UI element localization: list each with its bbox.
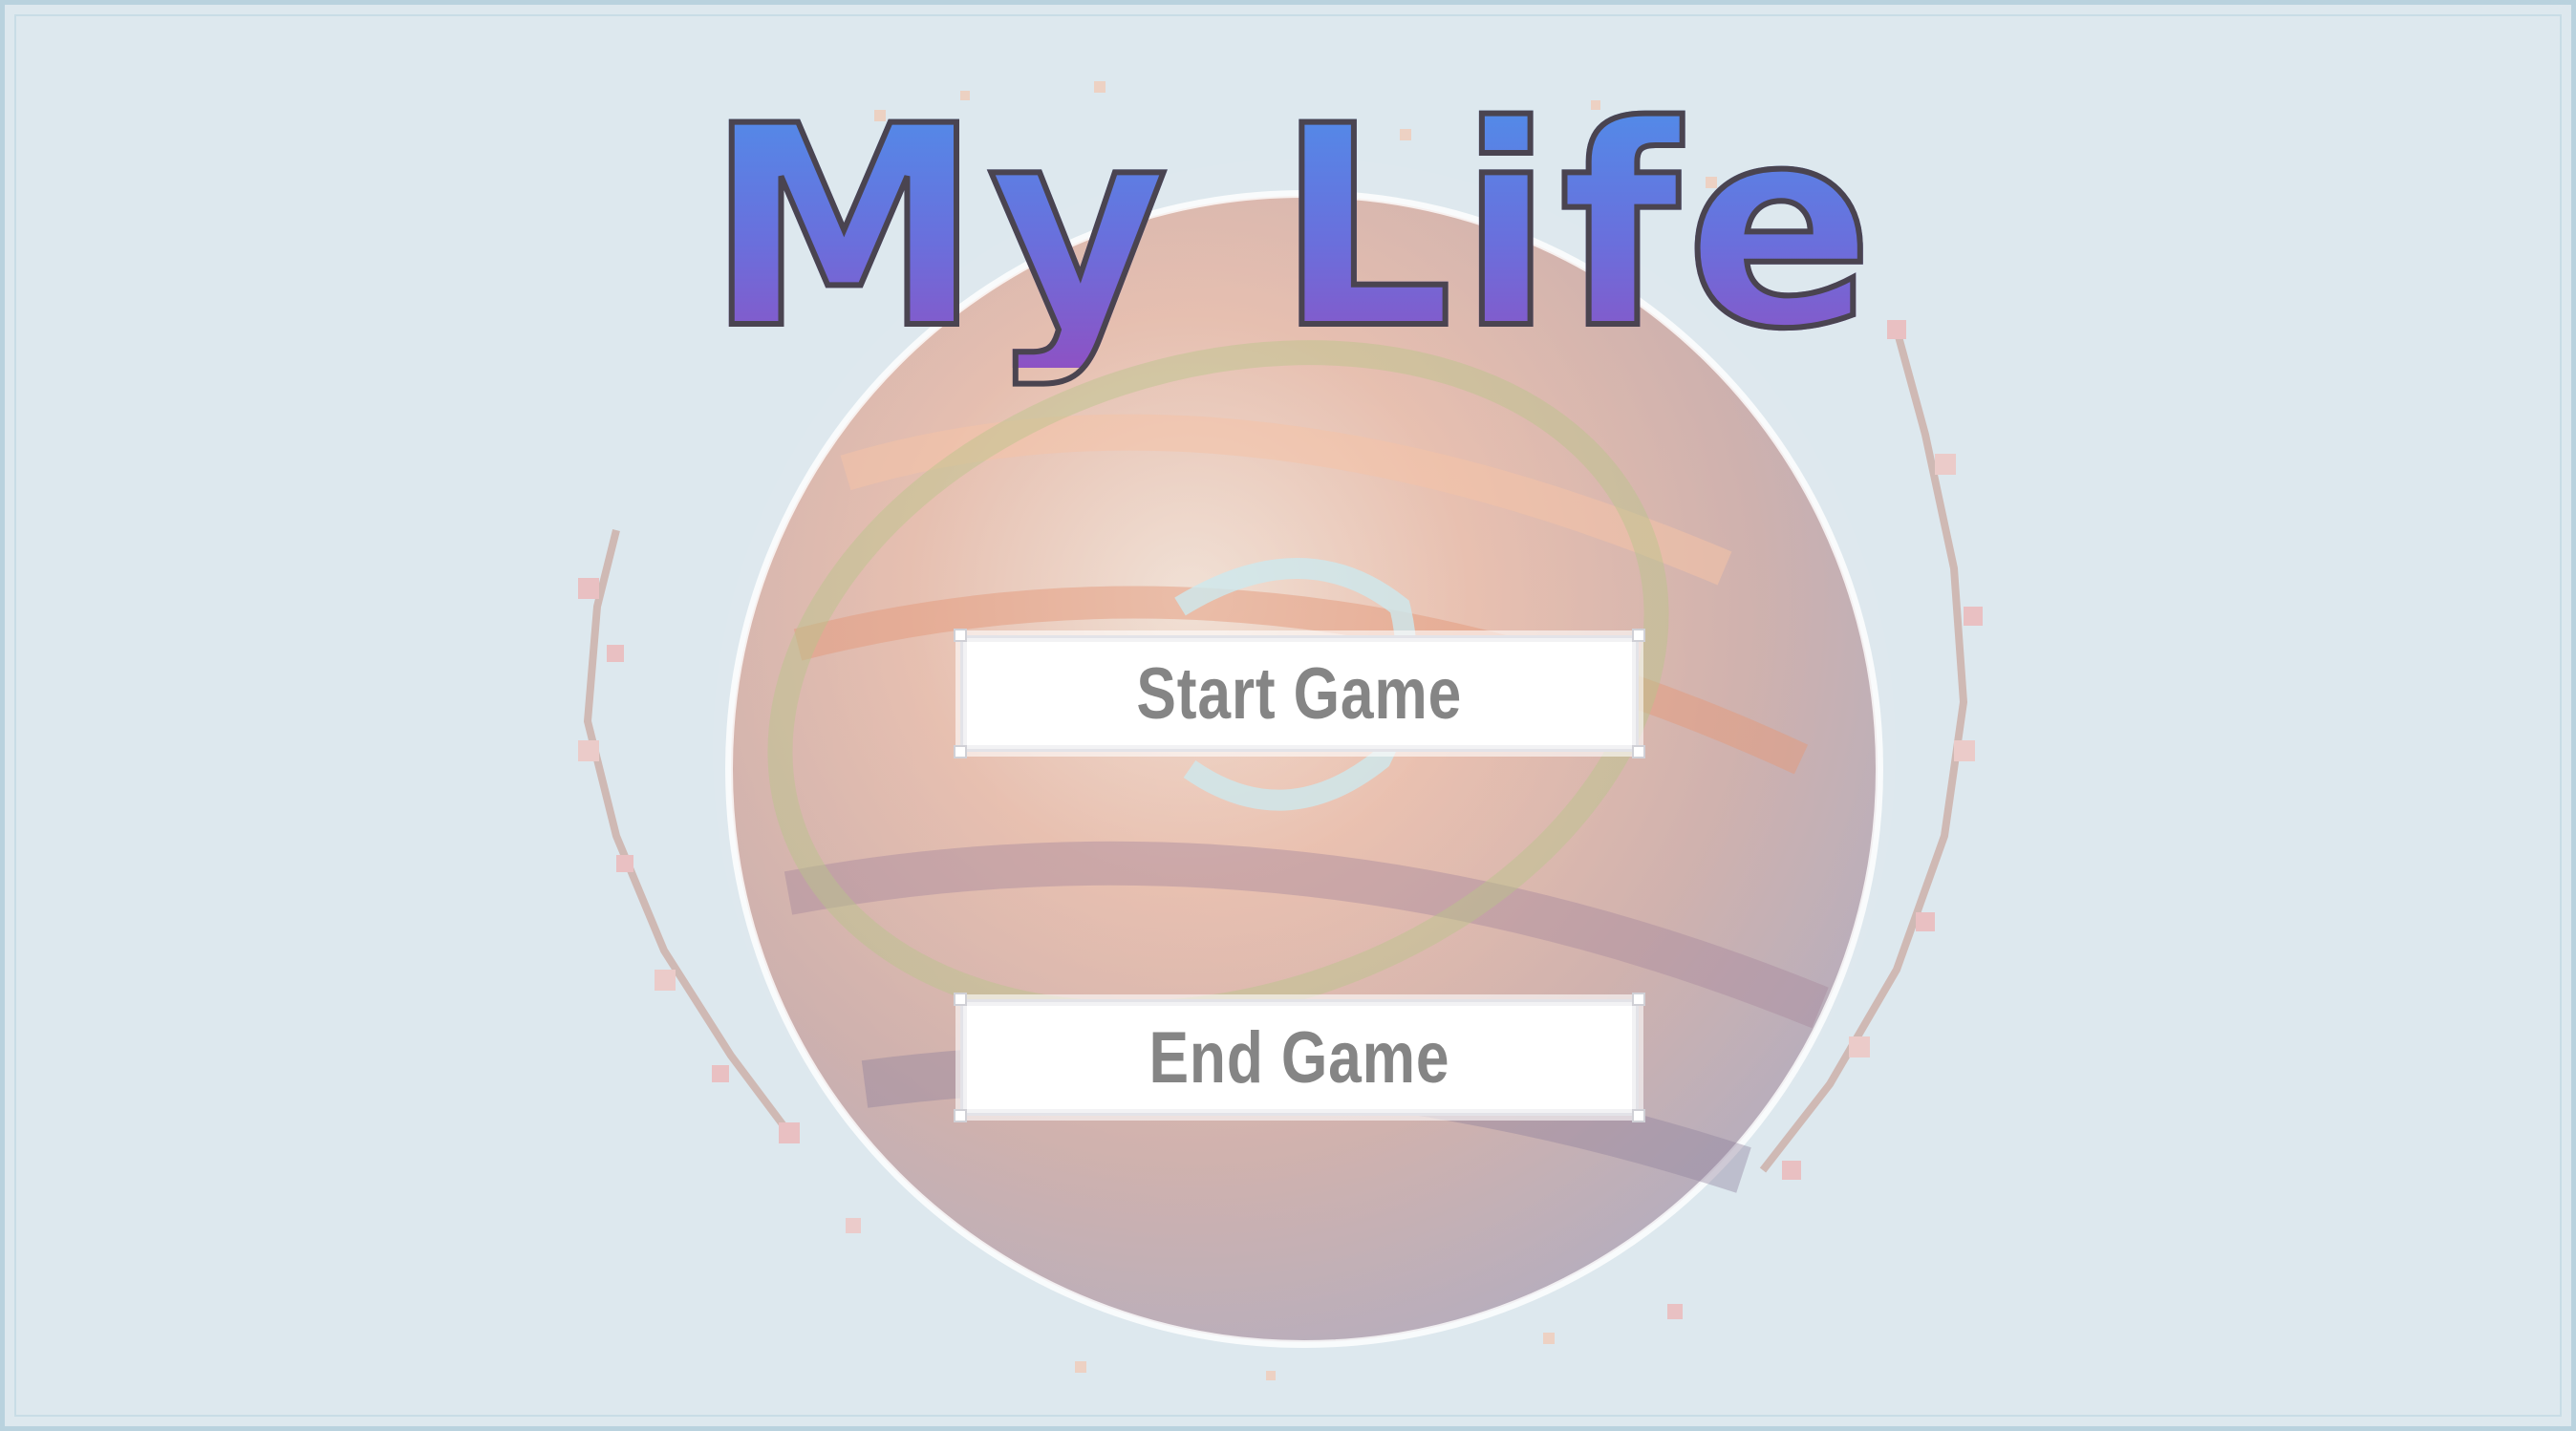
button-corner-handle bbox=[954, 993, 967, 1006]
button-corner-handle bbox=[1632, 745, 1645, 758]
button-corner-handle bbox=[954, 745, 967, 758]
game-title: My Life bbox=[5, 88, 2571, 371]
start-game-button[interactable]: Start Game bbox=[954, 629, 1645, 758]
button-corner-handle bbox=[1632, 993, 1645, 1006]
button-corner-handle bbox=[954, 1109, 967, 1122]
button-corner-handle bbox=[954, 629, 967, 642]
button-corner-handle bbox=[1632, 629, 1645, 642]
title-screen: My Life Start Game End Game bbox=[0, 0, 2576, 1431]
end-game-label: End Game bbox=[1148, 1016, 1450, 1099]
start-game-label: Start Game bbox=[1136, 652, 1463, 735]
end-game-button[interactable]: End Game bbox=[954, 993, 1645, 1122]
button-corner-handle bbox=[1632, 1109, 1645, 1122]
